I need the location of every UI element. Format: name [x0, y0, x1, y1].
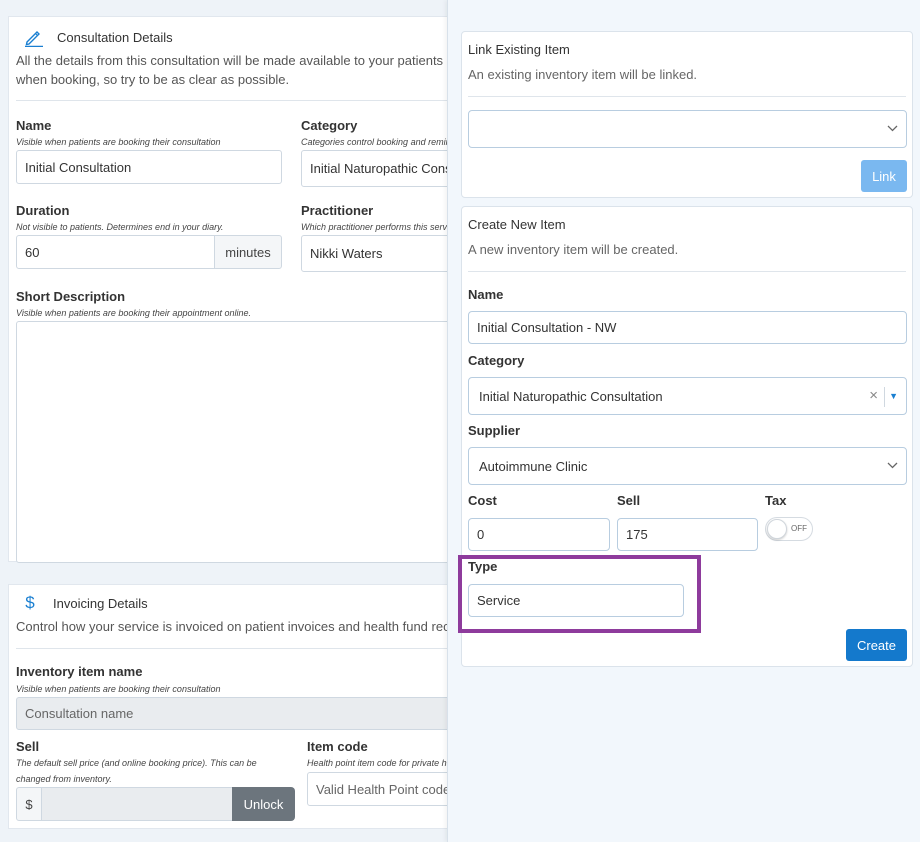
tax-toggle[interactable]: OFF — [765, 517, 813, 541]
dollar-icon: $ — [25, 593, 35, 612]
new-item-category-value: Initial Naturopathic Consultation — [479, 388, 663, 404]
practitioner-hint: Which practitioner performs this service — [301, 222, 447, 232]
create-button[interactable]: Create — [846, 629, 907, 661]
sell-price-input — [41, 787, 233, 821]
type-field-highlight — [458, 555, 701, 633]
name-label: Name — [16, 118, 52, 133]
consultation-details-header: Consultation Details — [23, 27, 173, 47]
divider — [468, 96, 906, 97]
link-existing-item-card: Link Existing Item An existing inventory… — [461, 31, 913, 198]
inventory-item-name-label: Inventory item name — [16, 664, 143, 679]
invoicing-details-title: Invoicing Details — [53, 595, 148, 611]
name-input[interactable]: Initial Consultation — [16, 150, 282, 184]
invoicing-details-description: Control how your service is invoiced on … — [16, 619, 447, 634]
name-hint: Visible when patients are booking their … — [16, 137, 221, 147]
item-code-hint: Health point item code for private healt… — [307, 758, 447, 768]
existing-item-select[interactable] — [468, 110, 907, 148]
create-new-subtitle: A new inventory item will be created. — [468, 242, 679, 257]
link-button[interactable]: Link — [861, 160, 907, 192]
tax-toggle-state: OFF — [791, 524, 807, 533]
pencil-icon — [23, 27, 45, 47]
category-label: Category — [301, 118, 358, 133]
currency-addon: $ — [16, 787, 42, 821]
duration-unit: minutes — [214, 235, 282, 269]
divider — [16, 100, 447, 101]
caret-down-icon[interactable]: ▼ — [889, 391, 898, 401]
link-existing-subtitle: An existing inventory item will be linke… — [468, 67, 698, 82]
new-item-category-label: Category — [468, 353, 525, 368]
category-select[interactable]: Initial Naturopathic Consultation — [301, 150, 447, 187]
invoicing-details-panel: $ Invoicing Details Control how your ser… — [8, 584, 447, 829]
sell-hint-line-2: changed from inventory. — [16, 774, 112, 784]
inventory-item-name-input: Consultation name — [16, 697, 447, 730]
divider — [16, 648, 447, 649]
inventory-item-drawer: Link Existing Item An existing inventory… — [447, 0, 920, 842]
duration-hint: Not visible to patients. Determines end … — [16, 222, 224, 232]
create-new-title: Create New Item — [468, 217, 566, 232]
chevron-down-icon — [887, 460, 898, 472]
new-item-category-select[interactable]: Initial Naturopathic Consultation × ▼ — [468, 377, 907, 415]
supplier-label: Supplier — [468, 423, 521, 438]
separator — [884, 387, 885, 407]
sell-price-field[interactable]: 175 — [617, 518, 758, 551]
supplier-select[interactable]: Autoimmune Clinic — [468, 447, 907, 485]
short-description-hint: Visible when patients are booking their … — [16, 308, 251, 318]
consultation-details-panel: Consultation Details All the details fro… — [8, 16, 447, 563]
consultation-details-title: Consultation Details — [57, 29, 173, 45]
sell-price-label: Sell — [617, 493, 641, 508]
short-description-textarea[interactable] — [16, 321, 447, 563]
duration-input[interactable]: 60 — [16, 235, 215, 269]
invoicing-details-header: $ Invoicing Details — [19, 593, 148, 613]
new-item-name-label: Name — [468, 287, 504, 302]
tax-label: Tax — [765, 493, 787, 508]
cost-input[interactable]: 0 — [468, 518, 610, 551]
duration-label: Duration — [16, 203, 70, 218]
item-code-input[interactable]: Valid Health Point code — [307, 772, 447, 806]
item-code-label: Item code — [307, 739, 368, 754]
inventory-item-name-hint: Visible when patients are booking their … — [16, 684, 221, 694]
practitioner-label: Practitioner — [301, 203, 374, 218]
chevron-down-icon — [887, 123, 898, 135]
new-item-name-input[interactable]: Initial Consultation - NW — [468, 311, 907, 344]
cost-label: Cost — [468, 493, 497, 508]
supplier-value: Autoimmune Clinic — [479, 458, 588, 474]
short-description-label: Short Description — [16, 289, 126, 304]
unlock-button[interactable]: Unlock — [232, 787, 295, 821]
sell-label: Sell — [16, 739, 40, 754]
practitioner-select[interactable]: Nikki Waters — [301, 235, 447, 272]
category-hint: Categories control booking and reminders — [301, 137, 447, 147]
sell-hint: The default sell price (and online booki… — [16, 758, 257, 768]
consultation-form-background: Consultation Details All the details fro… — [0, 0, 447, 842]
link-existing-title: Link Existing Item — [468, 42, 570, 57]
toggle-knob — [767, 519, 787, 539]
consultation-details-description: All the details from this consultation w… — [16, 53, 444, 87]
divider — [468, 271, 906, 272]
close-icon[interactable]: × — [869, 387, 878, 404]
